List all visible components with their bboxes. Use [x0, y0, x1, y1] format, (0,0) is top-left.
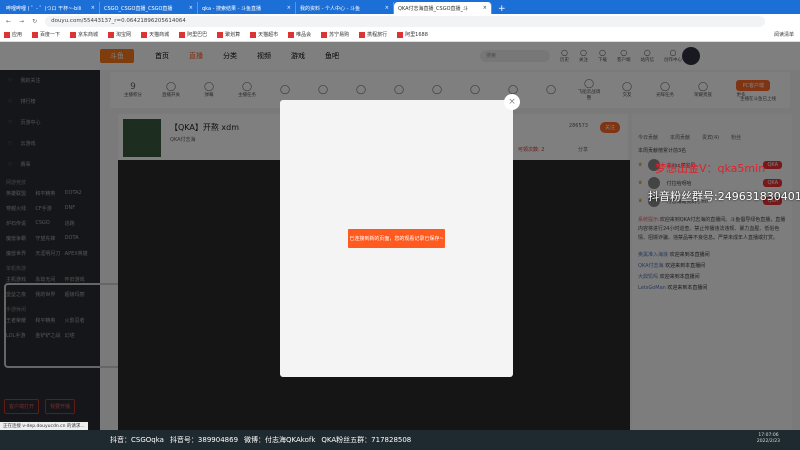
bookmark-icon	[321, 31, 328, 38]
url-input[interactable]: douyu.com/55443137_r=0.06421896205614064	[45, 15, 766, 27]
bookmark-label: 聚划算	[225, 32, 241, 38]
tab-label: 哔哩哔哩 ( ゜- ゜)つロ 干杯~-bili	[6, 5, 82, 12]
watermark-text: 抖音粉丝群号:2496318304011	[648, 190, 800, 203]
address-bar-row: ← → ↻ douyu.com/55443137_r=0.0642189620561…	[0, 14, 800, 28]
bookmark-icon	[397, 31, 404, 38]
bookmark-label: 阿里1688	[405, 32, 428, 38]
bookmark-icon	[141, 31, 148, 38]
bookmark-item[interactable]: 聚划算	[217, 31, 240, 38]
close-icon[interactable]: ×	[483, 5, 487, 11]
bookmark-item[interactable]: 百度一下	[32, 31, 60, 38]
tab-label: CSGO_CSGO直播_CSGO直播	[104, 5, 173, 12]
bookmarks-bar: 应用 百度一下 京东商城 淘宝网 天猫商城 阿里巴巴 聚划算 天猫超市 唯品会 苏宁易购 携程旅行 阿…	[0, 28, 800, 42]
bookmark-icon	[4, 31, 10, 38]
bookmark-icon	[70, 31, 77, 38]
close-icon[interactable]: ×	[189, 5, 193, 11]
forward-icon[interactable]: →	[19, 18, 24, 25]
reading-list[interactable]: 阅读清单	[774, 31, 794, 38]
bookmark-item[interactable]: 天猫商城	[141, 31, 169, 38]
status-bar: 正在连接 v-dep.douyucdn.cn 的请求...	[0, 422, 88, 430]
close-icon[interactable]: ×	[91, 5, 95, 11]
browser-tab[interactable]: CSGO_CSGO直播_CSGO直播 ×	[100, 2, 198, 14]
close-icon[interactable]: ×	[504, 94, 520, 110]
bookmark-item[interactable]: 京东商城	[70, 31, 98, 38]
taskbar-text: 微博：付志海QKAkofk	[244, 436, 316, 444]
browser-tab-bar: 哔哩哔哩 ( ゜- ゜)つロ 干杯~-bili × CSGO_CSGO直播_CSG…	[0, 0, 800, 14]
bookmark-item[interactable]: 阿里巴巴	[179, 31, 207, 38]
bookmark-icon	[288, 31, 295, 38]
date: 2022/2/23	[756, 439, 780, 444]
bookmark-icon	[179, 31, 186, 38]
modal-dialog: 已连接到新的页面，您的观看记录已保存~	[280, 100, 513, 377]
bookmark-icon	[359, 31, 366, 38]
bookmark-item[interactable]: 淘宝网	[108, 31, 131, 38]
bookmark-item[interactable]: 苏宁易购	[321, 31, 349, 38]
browser-tab[interactable]: 哔哩哔哩 ( ゜- ゜)つロ 干杯~-bili ×	[2, 2, 100, 14]
tab-label: 我的资料 - 个人中心 - 斗鱼	[300, 5, 360, 12]
page: 斗鱼 首页直播分类视频游戏鱼吧 搜索 ○历史○关注○下载○客户端○站内信○创作中…	[0, 42, 800, 430]
browser-tab[interactable]: 我的资料 - 个人中心 - 斗鱼 ×	[296, 2, 394, 14]
browser-tab-active[interactable]: QKA付志海直播_CSGO直播_斗 ×	[394, 2, 492, 14]
taskbar-text: QKA粉丝五群：717828508	[321, 436, 412, 444]
bookmark-label: 苏宁易购	[329, 32, 350, 38]
close-icon[interactable]: ×	[385, 5, 389, 11]
bookmark-item[interactable]: 天猫超市	[250, 31, 278, 38]
bookmark-item[interactable]: 携程旅行	[359, 31, 387, 38]
bookmark-label: 百度一下	[40, 32, 61, 38]
bookmark-icon	[250, 31, 257, 38]
modal-action-button[interactable]: 已连接到新的页面，您的观看记录已保存~	[348, 229, 445, 248]
browser-tab[interactable]: qka - 搜索结果 - 斗鱼直播 ×	[198, 2, 296, 14]
close-icon[interactable]: ×	[287, 5, 291, 11]
clock[interactable]: 17:07:06 2022/2/23	[757, 433, 780, 445]
bookmark-label: 携程旅行	[367, 32, 388, 38]
back-icon[interactable]: ←	[6, 18, 11, 25]
taskbar-text: 抖音号：389904869	[169, 436, 239, 444]
bookmark-icon	[32, 31, 39, 38]
bookmark-item[interactable]: 应用	[4, 31, 22, 38]
bookmark-label: 应用	[12, 32, 23, 38]
bookmark-label: 天猫商城	[149, 32, 170, 38]
bookmark-item[interactable]: 唯品会	[288, 31, 311, 38]
bookmark-label: 淘宝网	[116, 32, 132, 38]
bookmark-item[interactable]: 阿里1688	[397, 31, 428, 38]
taskbar: 抖音：CSGOqka 抖音号：389904869 微博：付志海QKAkofk Q…	[0, 430, 800, 450]
new-tab-button[interactable]: +	[492, 4, 512, 14]
bookmark-label: 阿里巴巴	[187, 32, 208, 38]
tab-label: qka - 搜索结果 - 斗鱼直播	[202, 5, 262, 12]
bookmark-icon	[217, 31, 224, 38]
bookmark-label: 天猫超市	[258, 32, 279, 38]
watermark-text: 梦想出金V：qka5min	[655, 162, 766, 175]
taskbar-text: 抖音：CSGOqka	[110, 436, 164, 444]
reload-icon[interactable]: ↻	[32, 18, 37, 25]
bookmark-label: 唯品会	[296, 32, 312, 38]
tab-label: QKA付志海直播_CSGO直播_斗	[398, 5, 469, 12]
bookmark-icon	[108, 31, 115, 38]
bookmark-label: 京东商城	[78, 32, 99, 38]
